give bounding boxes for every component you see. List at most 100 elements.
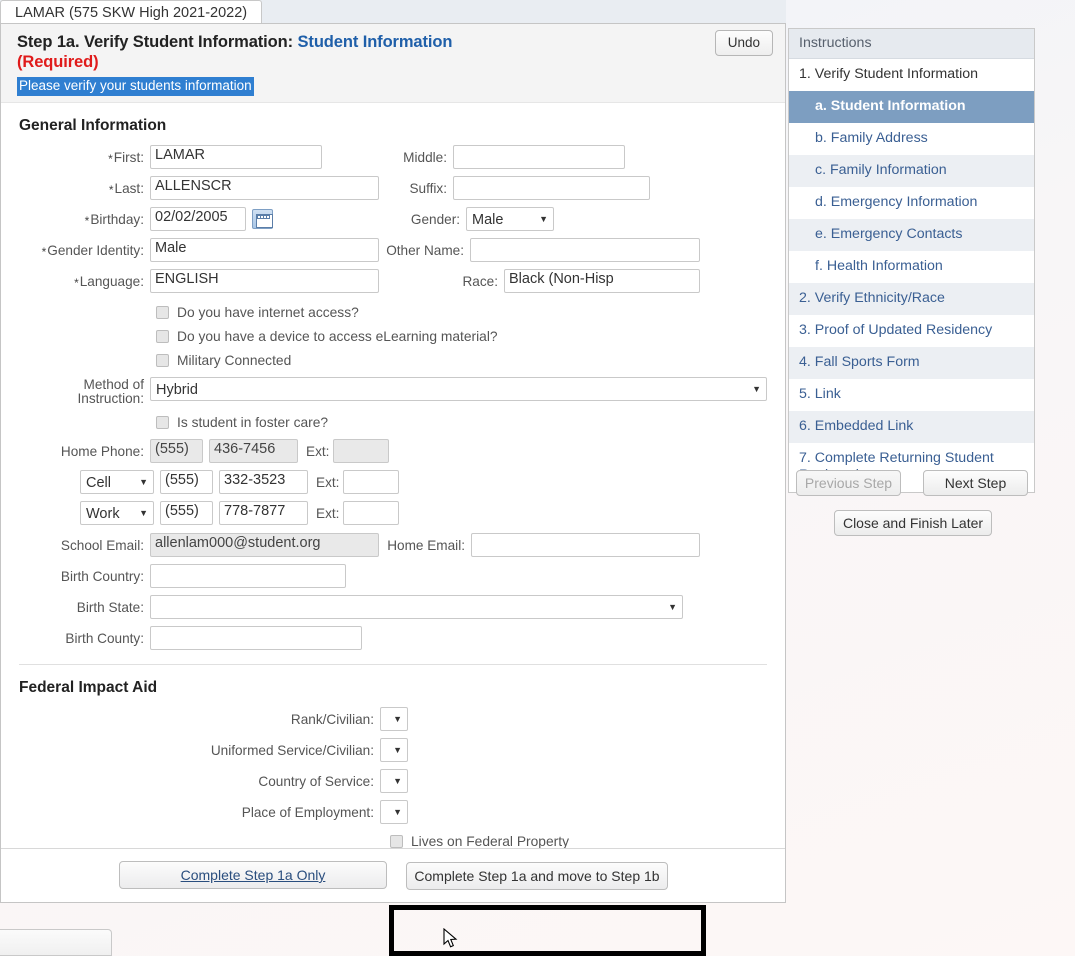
row-birth-country: Birth Country: [17, 564, 769, 588]
rank-civilian-select[interactable]: ▼ [380, 707, 408, 731]
home-phone-number-input[interactable]: 436-7456 [209, 439, 298, 463]
previous-step-label: Previous Step [804, 475, 893, 491]
sidebar-item-family-address[interactable]: b. Family Address [789, 123, 1034, 155]
birthday-input[interactable]: 02/02/2005 [150, 207, 246, 231]
military-connected-checkbox[interactable] [156, 354, 169, 367]
phone2-number-input[interactable]: 332-3523 [219, 470, 308, 494]
sidebar-item-family-information[interactable]: c. Family Information [789, 155, 1034, 187]
race-label: Race: [462, 273, 498, 289]
elearning-device-checkbox-row[interactable]: Do you have a device to access eLearning… [156, 329, 769, 344]
chevron-down-icon: ▼ [393, 776, 402, 786]
phone2-ext-label: Ext: [316, 474, 340, 490]
row-phone-work: Work ▼ (555) 778-7877 Ext: [17, 501, 769, 525]
bottom-left-panel-edge [0, 929, 112, 956]
complete-step-only-label: Complete Step 1a Only [180, 867, 326, 883]
lives-on-federal-property-label: Lives on Federal Property [411, 834, 569, 849]
row-country-of-service: Country of Service: ▼ [17, 769, 769, 793]
chevron-down-icon: ▼ [393, 745, 402, 755]
previous-step-button[interactable]: Previous Step [796, 470, 901, 496]
gender-identity-input[interactable]: Male [150, 238, 379, 262]
sidebar-item-emergency-information[interactable]: d. Emergency Information [789, 187, 1034, 219]
sidebar-item-embedded-link[interactable]: 6. Embedded Link [789, 411, 1034, 443]
home-email-input[interactable] [471, 533, 700, 557]
birth-county-label: Birth County: [65, 630, 144, 646]
row-first-middle: *First: LAMAR Middle: [17, 145, 769, 169]
language-input[interactable]: ENGLISH [150, 269, 379, 293]
complete-and-move-button[interactable]: Complete Step 1a and move to Step 1b [406, 862, 668, 890]
phone2-type-select[interactable]: Cell ▼ [80, 470, 154, 494]
place-of-employment-select[interactable]: ▼ [380, 800, 408, 824]
sidebar-item-fall-sports-form[interactable]: 4. Fall Sports Form [789, 347, 1034, 379]
chevron-down-icon: ▼ [752, 384, 761, 394]
sidebar-item-link[interactable]: 5. Link [789, 379, 1034, 411]
row-last-suffix: *Last: ALLENSCR Suffix: [17, 176, 769, 200]
lives-on-federal-property-row[interactable]: Lives on Federal Property [390, 834, 769, 849]
row-birthday-gender: *Birthday: 02/02/2005 Gender: Male ▼ [17, 207, 769, 231]
phone3-area-input[interactable]: (555) [160, 501, 213, 525]
form-panel: Step 1a. Verify Student Information: Stu… [0, 23, 786, 903]
row-birth-state: Birth State: ▼ [17, 595, 769, 619]
sidebar-item-student-information[interactable]: a. Student Information [789, 91, 1034, 123]
birth-country-input[interactable] [150, 564, 346, 588]
chevron-down-icon: ▼ [393, 807, 402, 817]
home-phone-area-input[interactable]: (555) [150, 439, 203, 463]
uniformed-service-select[interactable]: ▼ [380, 738, 408, 762]
birth-county-input[interactable] [150, 626, 362, 650]
first-name-input[interactable]: LAMAR [150, 145, 322, 169]
lives-on-federal-property-checkbox[interactable] [390, 835, 403, 848]
student-tab[interactable]: LAMAR (575 SKW High 2021-2022) [0, 0, 263, 23]
form-button-bar: Complete Step 1a Only Complete Step 1a a… [1, 848, 785, 902]
other-name-input[interactable] [470, 238, 700, 262]
annotation-highlight-box [389, 905, 706, 956]
middle-name-input[interactable] [453, 145, 625, 169]
sidebar-item-health-information[interactable]: f. Health Information [789, 251, 1034, 283]
next-step-button[interactable]: Next Step [923, 470, 1028, 496]
undo-button[interactable]: Undo [714, 30, 773, 56]
last-name-input[interactable]: ALLENSCR [150, 176, 379, 200]
gender-select[interactable]: Male ▼ [466, 207, 554, 231]
chevron-down-icon: ▼ [668, 602, 677, 612]
form-header: Step 1a. Verify Student Information: Stu… [1, 24, 785, 103]
phone3-number-input[interactable]: 778-7877 [219, 501, 308, 525]
elearning-device-checkbox[interactable] [156, 330, 169, 343]
chevron-down-icon: ▼ [393, 714, 402, 724]
foster-care-label: Is student in foster care? [177, 415, 329, 430]
sidebar-item-emergency-contacts[interactable]: e. Emergency Contacts [789, 219, 1034, 251]
calendar-icon[interactable] [252, 209, 273, 229]
birth-state-select[interactable]: ▼ [150, 595, 683, 619]
close-and-finish-later-button[interactable]: Close and Finish Later [834, 510, 992, 536]
school-email-input[interactable]: allenlam000@student.org [150, 533, 379, 557]
suffix-input[interactable] [453, 176, 650, 200]
home-phone-ext-input[interactable] [333, 439, 390, 463]
internet-access-label: Do you have internet access? [177, 305, 359, 320]
race-input[interactable]: Black (Non-Hisp [504, 269, 700, 293]
page-title-section: Student Information [297, 33, 453, 51]
military-connected-checkbox-row[interactable]: Military Connected [156, 353, 769, 368]
foster-care-checkbox-row[interactable]: Is student in foster care? [156, 415, 769, 430]
verify-instruction-text: Please verify your students information [17, 77, 254, 96]
sidebar-item-verify-ethnicity-race[interactable]: 2. Verify Ethnicity/Race [789, 283, 1034, 315]
internet-access-checkbox-row[interactable]: Do you have internet access? [156, 305, 769, 320]
phone3-type-select[interactable]: Work ▼ [80, 501, 154, 525]
sidebar-item-verify-student-information[interactable]: 1. Verify Student Information [789, 59, 1034, 91]
method-of-instruction-select[interactable]: Hybrid ▼ [150, 377, 767, 401]
chevron-down-icon: ▼ [539, 214, 548, 224]
country-of-service-select[interactable]: ▼ [380, 769, 408, 793]
phone2-area-input[interactable]: (555) [160, 470, 213, 494]
complete-step-only-button[interactable]: Complete Step 1a Only [119, 861, 387, 889]
country-of-service-label: Country of Service: [258, 773, 374, 789]
page-title-prefix: Step 1a. Verify Student Information: [17, 33, 294, 51]
row-language-race: *Language: ENGLISH Race: Black (Non-Hisp [17, 269, 769, 293]
gender-identity-label: *Gender Identity: [41, 242, 144, 259]
student-tab-label: LAMAR (575 SKW High 2021-2022) [15, 5, 248, 21]
phone3-ext-input[interactable] [343, 501, 400, 525]
row-place-of-employment: Place of Employment: ▼ [17, 800, 769, 824]
other-name-label: Other Name: [386, 242, 464, 258]
foster-care-checkbox[interactable] [156, 416, 169, 429]
home-email-label: Home Email: [387, 537, 465, 553]
birth-country-label: Birth Country: [60, 568, 144, 584]
internet-access-checkbox[interactable] [156, 306, 169, 319]
sidebar-item-proof-of-residency[interactable]: 3. Proof of Updated Residency [789, 315, 1034, 347]
phone2-ext-input[interactable] [343, 470, 400, 494]
row-birth-county: Birth County: [17, 626, 769, 650]
